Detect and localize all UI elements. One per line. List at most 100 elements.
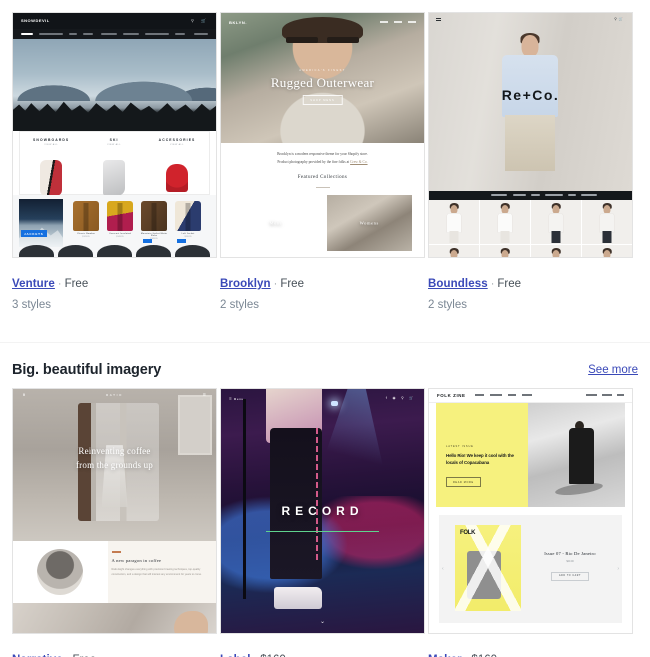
narrative-footer-image [13,603,216,634]
brooklyn-tile-label: Mens [269,220,282,226]
section-title: Big. beautiful imagery [12,361,162,378]
maker-magazine-x-graphic [455,525,521,612]
theme-card-narrative[interactable]: 0 RATIO ☰ Reinventing coffee from the gr… [12,388,217,657]
theme-preview-venture[interactable]: SNOWDEVIL ⚲ 🛒 SNOWBOARDS VIEW ALL SKI VI… [12,12,217,258]
narrative-topbar: 0 RATIO ☰ [13,393,216,403]
narrative-logo: RATIO [106,393,123,398]
label-hero-heading: RECORD [281,503,364,518]
venture-category-link: VIEW ALL [44,143,59,146]
maker-hero-photo [528,403,625,508]
theme-price-boundless: Free [497,278,522,290]
separator: · [490,278,495,290]
boundless-model-head [521,35,539,57]
chevron-right-icon[interactable]: › [617,566,619,572]
venture-beanie-image [166,164,189,192]
venture-product[interactable]: Loft Jacket $119.95 [173,201,203,238]
boundless-product-cell[interactable] [480,200,530,244]
theme-meta-brooklyn: Brooklyn · Free 2 styles [220,258,425,313]
venture-mini-site: SNOWDEVIL ⚲ 🛒 SNOWBOARDS VIEW ALL SKI VI… [13,13,216,257]
venture-hero [13,39,216,131]
brooklyn-hero-eyebrow: AMERICA'S FINEST [299,69,346,72]
boundless-mini-site: Re+Co. ⚲🛒 [429,13,632,257]
boundless-hero: Re+Co. [429,13,632,191]
narrative-hand [174,611,208,634]
maker-mini-site: FOLK ZINE LATEST ISSUE Hello Rio! We kee… [429,389,632,633]
boundless-product-cell[interactable] [531,245,581,257]
chevron-down-icon[interactable]: ⌄ [320,618,325,625]
label-menu-label: Menu [233,397,244,402]
theme-card-maker[interactable]: FOLK ZINE LATEST ISSUE Hello Rio! We kee… [428,388,633,657]
section-header-big-beautiful-imagery: Big. beautiful imagery See more [0,342,650,378]
maker-logo: FOLK ZINE [437,393,466,399]
brooklyn-intro-credit-link[interactable]: Crew & Co. [350,160,367,164]
theme-name-link-boundless[interactable]: Boundless [428,278,488,290]
maker-product-price: $20.00 [566,560,574,564]
theme-preview-narrative[interactable]: 0 RATIO ☰ Reinventing coffee from the gr… [12,388,217,635]
chevron-left-icon[interactable]: ‹ [442,566,444,572]
theme-name-link-brooklyn[interactable]: Brooklyn [220,278,271,290]
venture-product-name: Classic Bomber [76,233,96,235]
boundless-product-cell[interactable] [429,245,479,257]
theme-preview-brooklyn[interactable]: BKLYN. AMERICA'S FINEST Rugged Outerwear… [220,12,425,258]
boundless-product-cell[interactable] [531,200,581,244]
venture-product[interactable]: Overcast Insulated $149.95 [105,201,135,238]
label-menu-button[interactable]: ☰ Menu [229,397,244,401]
theme-card-boundless[interactable]: Re+Co. ⚲🛒 Boundless · Free 2 styles [428,12,633,313]
boundless-model-shirt [502,55,559,117]
boundless-model [490,33,571,191]
theme-card-brooklyn[interactable]: BKLYN. AMERICA'S FINEST Rugged Outerwear… [220,12,425,313]
venture-product-price: $129.95 [82,236,90,238]
narrative-product-circle [37,549,84,596]
maker-product-title: Issue 07 - Rio De Janeiro [544,551,596,557]
hamburger-menu-icon[interactable] [436,18,441,20]
venture-ski-boot-image [103,160,126,196]
maker-hero: LATEST ISSUE Hello Rio! We keep it cool … [436,403,625,508]
maker-product-section: FOLK Issue 07 - Rio De Janeiro $20.00 AD… [439,515,622,624]
venture-product[interactable]: Mountain Jacket Matte Flake $189.95 [139,201,169,240]
venture-product[interactable]: Classic Bomber $129.95 [71,201,101,238]
theme-meta-narrative: Narrative·Free 3 styles [12,634,217,657]
brooklyn-intro: Brooklyn is a modern responsive theme fo… [235,151,410,166]
narrative-hero-line-2: from the grounds up [75,459,154,470]
maker-product-info: Issue 07 - Rio De Janeiro $20.00 ADD TO … [526,551,614,581]
theme-grid-row-2: 0 RATIO ☰ Reinventing coffee from the gr… [0,378,650,657]
label-mini-site: ☰ Menu f ◉ ⚲ 🛒 RECORD ⌄ [221,389,424,634]
theme-preview-maker[interactable]: FOLK ZINE LATEST ISSUE Hello Rio! We kee… [428,388,633,635]
brooklyn-collection-tile[interactable]: Womens [326,195,412,251]
maker-hero-button[interactable]: READ MORE [446,477,481,488]
theme-price-brooklyn: Free [280,278,304,290]
theme-card-venture[interactable]: SNOWDEVIL ⚲ 🛒 SNOWBOARDS VIEW ALL SKI VI… [12,12,217,313]
venture-promo-tile[interactable]: JACKETS [19,199,63,247]
theme-name-link-venture[interactable]: Venture [12,278,55,290]
maker-hero-heading: Hello Rio! We keep it cool with the loca… [446,453,514,465]
venture-product-price: $119.95 [184,236,192,238]
venture-header-icons: ⚲ 🛒 [190,18,209,23]
narrative-mini-site: 0 RATIO ☰ Reinventing coffee from the gr… [13,389,216,634]
boundless-product-cell[interactable] [429,200,479,244]
maker-add-to-cart-button[interactable]: ADD TO CART [550,571,590,581]
boundless-product-cell[interactable] [582,200,632,244]
narrative-cart-count: 0 [23,393,25,398]
boundless-product-grid [429,200,632,257]
narrative-feature-image [13,541,108,603]
brooklyn-intro-line-1: Brooklyn is a modern responsive theme fo… [277,152,368,156]
theme-styles-venture: 3 styles [12,298,51,311]
boundless-product-cell[interactable] [582,245,632,257]
theme-preview-label[interactable]: ☰ Menu f ◉ ⚲ 🛒 RECORD ⌄ [220,388,425,635]
label-heading-underline [265,530,380,533]
venture-topbar: SNOWDEVIL ⚲ 🛒 [13,13,216,29]
brooklyn-collection-tile[interactable]: Mens [233,195,319,251]
theme-preview-boundless[interactable]: Re+Co. ⚲🛒 [428,12,633,258]
theme-card-label[interactable]: ☰ Menu f ◉ ⚲ 🛒 RECORD ⌄ Label·$160 3 sty… [220,388,425,657]
boundless-product-cell[interactable] [480,245,530,257]
label-stage-light [330,401,338,407]
narrative-section-body: Ratio Eight changes everything with prec… [111,567,202,576]
venture-jackets-section: JACKETS Classic Bomber $129.95 Overcast … [13,195,216,257]
see-more-link[interactable]: See more [588,364,638,376]
theme-store-page: SNOWDEVIL ⚲ 🛒 SNOWBOARDS VIEW ALL SKI VI… [0,0,650,657]
brooklyn-hero-button[interactable]: SHOP MENS [302,95,343,105]
narrative-section-heading: A new paragon in coffee [111,557,162,563]
venture-category-title: SNOWBOARDS [33,138,70,142]
label-pants-stripe [315,428,319,562]
narrative-menu-label[interactable]: ☰ [203,393,206,397]
